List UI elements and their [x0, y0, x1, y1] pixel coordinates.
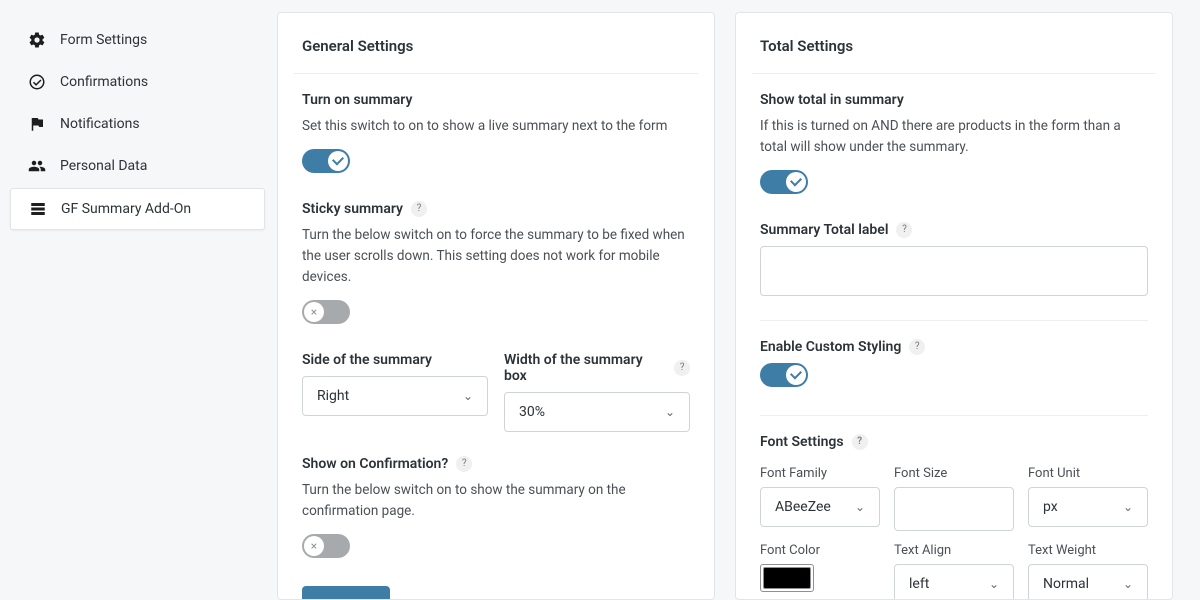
font-unit-value: px	[1043, 499, 1058, 515]
text-weight-value: Normal	[1043, 576, 1089, 592]
width-of-summary-label: Width of the summary box	[504, 352, 666, 384]
help-icon[interactable]: ?	[456, 456, 472, 472]
show-on-confirmation-label: Show on Confirmation?	[302, 456, 448, 472]
font-family-select[interactable]: ABeeZee ⌄	[760, 487, 880, 527]
side-of-summary-label: Side of the summary	[302, 352, 432, 368]
flag-icon	[28, 115, 46, 133]
text-align-select[interactable]: left ⌄	[894, 564, 1014, 600]
sidebar-item-label: Form Settings	[60, 32, 147, 48]
help-icon[interactable]: ?	[896, 222, 912, 238]
sidebar-item-label: GF Summary Add-On	[61, 201, 191, 217]
font-settings-label: Font Settings	[760, 434, 844, 450]
font-color-label: Font Color	[760, 543, 880, 558]
font-color-swatch	[763, 567, 811, 589]
sidebar-item-personal-data[interactable]: Personal Data	[10, 146, 265, 186]
turn-on-summary-toggle[interactable]	[302, 149, 350, 173]
chevron-down-icon: ⌄	[855, 500, 865, 514]
text-weight-select[interactable]: Normal ⌄	[1028, 564, 1148, 600]
show-total-desc: If this is turned on AND there are produ…	[760, 116, 1148, 158]
list-icon	[29, 200, 47, 218]
total-settings-panel: Total Settings Show total in summary If …	[735, 12, 1173, 600]
chevron-down-icon: ⌄	[1123, 500, 1133, 514]
turn-on-summary-desc: Set this switch to on to show a live sum…	[302, 116, 690, 137]
sidebar-item-confirmations[interactable]: Confirmations	[10, 62, 265, 102]
sidebar-item-notifications[interactable]: Notifications	[10, 104, 265, 144]
font-unit-label: Font Unit	[1028, 466, 1148, 481]
show-total-label: Show total in summary	[760, 92, 904, 108]
summary-total-label-label: Summary Total label	[760, 222, 888, 238]
show-on-confirmation-desc: Turn the below switch on to show the sum…	[302, 480, 690, 522]
font-unit-select[interactable]: px ⌄	[1028, 487, 1148, 527]
sticky-summary-label: Sticky summary	[302, 201, 403, 217]
text-align-value: left	[909, 576, 929, 592]
sticky-summary-toggle[interactable]	[302, 300, 350, 324]
font-size-input[interactable]	[894, 487, 1014, 531]
show-on-confirmation-toggle[interactable]	[302, 534, 350, 558]
font-color-picker[interactable]	[760, 564, 814, 592]
chevron-down-icon: ⌄	[989, 577, 999, 591]
settings-sidebar: Form Settings Confirmations Notification…	[0, 0, 265, 600]
gear-icon	[28, 31, 46, 49]
turn-on-summary-label: Turn on summary	[302, 92, 412, 108]
help-icon[interactable]: ?	[909, 339, 925, 355]
font-family-label: Font Family	[760, 466, 880, 481]
sidebar-item-label: Personal Data	[60, 158, 147, 174]
people-icon	[28, 157, 46, 175]
chevron-down-icon: ⌄	[665, 405, 675, 419]
check-circle-icon	[28, 73, 46, 91]
text-align-label: Text Align	[894, 543, 1014, 558]
sidebar-item-label: Confirmations	[60, 74, 148, 90]
enable-custom-styling-toggle[interactable]	[760, 363, 808, 387]
help-icon[interactable]: ?	[852, 434, 868, 450]
sidebar-item-form-settings[interactable]: Form Settings	[10, 20, 265, 60]
enable-custom-styling-label: Enable Custom Styling	[760, 339, 901, 355]
font-size-label: Font Size	[894, 466, 1014, 481]
general-settings-panel: General Settings Turn on summary Set thi…	[277, 12, 715, 600]
text-weight-label: Text Weight	[1028, 543, 1148, 558]
chevron-down-icon: ⌄	[1123, 577, 1133, 591]
font-family-value: ABeeZee	[775, 499, 831, 515]
side-of-summary-value: Right	[317, 388, 349, 404]
summary-total-label-input[interactable]	[760, 246, 1148, 296]
help-icon[interactable]: ?	[674, 360, 690, 376]
total-settings-title: Total Settings	[760, 37, 1148, 55]
submit-button[interactable]: Submit	[302, 586, 390, 600]
general-settings-title: General Settings	[302, 37, 690, 55]
chevron-down-icon: ⌄	[463, 389, 473, 403]
sticky-summary-desc: Turn the below switch on to force the su…	[302, 225, 690, 288]
sidebar-item-gf-summary-addon[interactable]: GF Summary Add-On	[10, 188, 265, 230]
help-icon[interactable]: ?	[411, 201, 427, 217]
sidebar-item-label: Notifications	[60, 116, 140, 132]
width-of-summary-value: 30%	[519, 404, 545, 420]
side-of-summary-select[interactable]: Right ⌄	[302, 376, 488, 416]
show-total-toggle[interactable]	[760, 170, 808, 194]
width-of-summary-select[interactable]: 30% ⌄	[504, 392, 690, 432]
